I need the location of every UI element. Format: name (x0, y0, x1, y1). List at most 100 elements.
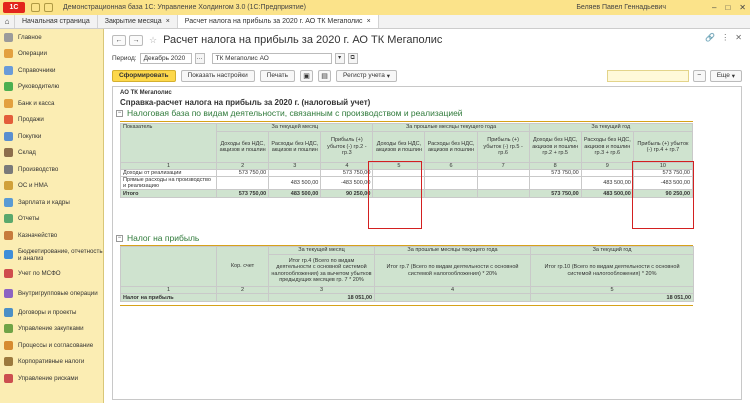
table-cell[interactable] (476, 189, 530, 198)
table-cell[interactable] (268, 169, 322, 177)
close-icon[interactable]: × (166, 18, 170, 25)
section-header-tax[interactable]: − Налог на прибыль (116, 233, 199, 243)
sidebar-item[interactable]: Процессы и согласование (0, 337, 103, 354)
table-cell[interactable]: 483 500,00 (580, 176, 634, 190)
menu-icon[interactable] (31, 3, 40, 12)
table-cell[interactable] (476, 176, 530, 190)
sidebar-item[interactable]: Операции (0, 46, 103, 63)
sidebar-item[interactable]: Зарплата и кадры (0, 194, 103, 211)
table-cell[interactable] (372, 176, 426, 190)
period-select-button[interactable]: … (194, 53, 205, 64)
close-icon[interactable]: ✕ (739, 3, 746, 12)
section-header-tax-base[interactable]: − Налоговая база по видам деятельности, с… (116, 108, 463, 118)
table-cell[interactable]: 573 750,00 (528, 189, 582, 198)
column-header: Расходы без НДС, акцизов и пошлин (424, 131, 478, 163)
window-controls[interactable]: – □ ✕ (712, 3, 746, 12)
save-icon[interactable]: ▣ (300, 69, 314, 82)
income-tax-table: Кор. счет За текущей месяц За прошлые ме… (120, 246, 694, 302)
table-cell[interactable]: 18 051,00 (530, 293, 694, 302)
total-row[interactable]: Налог на прибыль 18 051,00 18 051,00 (120, 293, 694, 302)
favorite-star-icon[interactable]: ☆ (149, 35, 157, 46)
forward-button[interactable]: → (129, 34, 143, 46)
sidebar-item[interactable]: Договоры и проекты (0, 304, 103, 321)
sidebar-item[interactable]: ОС и НМА (0, 178, 103, 195)
tab-tax-calc[interactable]: Расчет налога на прибыль за 2020 г. АО Т… (177, 15, 379, 28)
section-icon (4, 164, 13, 174)
close-icon[interactable]: × (367, 18, 371, 25)
table-cell[interactable]: 483 500,00 (268, 189, 322, 198)
sidebar-item[interactable]: Бюджетирование, отчетность и анализ (0, 244, 103, 266)
main-area: ← → ☆ Расчет налога на прибыль за 2020 г… (104, 29, 750, 403)
table-cell[interactable] (424, 189, 478, 198)
table-cell[interactable]: 18 051,00 (268, 293, 375, 302)
section-icon (4, 324, 13, 334)
table-cell[interactable]: 483 500,00 (268, 176, 322, 190)
table-row[interactable]: Прямые расходы на производство и реализа… (119, 176, 694, 190)
sidebar-item[interactable]: Покупки (0, 128, 103, 145)
table-cell[interactable] (580, 169, 634, 177)
back-button[interactable]: ← (112, 34, 126, 46)
sidebar-item[interactable]: Справочники (0, 62, 103, 79)
close-icon[interactable]: ✕ (735, 33, 742, 42)
home-tab-icon[interactable]: ⌂ (0, 15, 15, 28)
sidebar-item[interactable]: Руководителю (0, 79, 103, 96)
tab-home-page[interactable]: Начальная страница (15, 15, 98, 28)
maximize-icon[interactable]: □ (725, 3, 730, 12)
generate-button[interactable]: Сформировать (112, 69, 176, 82)
sidebar-item[interactable]: Управление закупками (0, 321, 103, 338)
link-icon[interactable]: 🔗 (705, 33, 715, 42)
sidebar-item[interactable]: Продажи (0, 112, 103, 129)
table-cell[interactable] (424, 169, 478, 177)
table-cell[interactable]: 90 250,00 (632, 189, 694, 198)
show-settings-button[interactable]: Показать настройки (180, 69, 255, 82)
table-cell[interactable] (476, 169, 530, 177)
sidebar-item[interactable]: Производство (0, 161, 103, 178)
titlebar-icons[interactable] (31, 3, 53, 12)
total-row[interactable]: Итого 573 750,00 483 500,00 90 250,00 57… (119, 189, 694, 198)
organization-dropdown-icon[interactable]: ▾ (334, 53, 345, 64)
print-button[interactable]: Печать (259, 69, 296, 82)
more-button[interactable]: Еще ▾ (709, 69, 742, 82)
table-cell[interactable]: 573 750,00 (320, 169, 374, 177)
tab-month-close[interactable]: Закрытие месяца × (98, 15, 178, 28)
table-cell[interactable] (216, 293, 269, 302)
table-cell[interactable] (372, 189, 426, 198)
sidebar-item[interactable]: Внутригрупповые операции (0, 282, 103, 304)
column-header: Прибыль (+) убыток (-) гр.5 - гр.6 (476, 131, 530, 163)
table-cell[interactable]: 90 250,00 (320, 189, 374, 198)
table-cell[interactable] (372, 169, 426, 177)
sidebar-item[interactable]: Учет по МСФО (0, 266, 103, 283)
sidebar-item[interactable]: Отчеты (0, 211, 103, 228)
table-cell[interactable]: -483 500,00 (320, 176, 374, 190)
minus-icon[interactable]: − (692, 69, 706, 82)
collapse-icon[interactable]: − (116, 110, 123, 118)
section-icon (4, 131, 13, 141)
organization-field[interactable]: ТК Мегаполис АО (211, 53, 332, 64)
sidebar-item[interactable]: Корпоративные налоги (0, 354, 103, 371)
table-cell[interactable] (528, 176, 582, 190)
history-icon[interactable] (44, 3, 53, 12)
table-cell[interactable] (216, 176, 270, 190)
sidebar-item[interactable]: Банк и касса (0, 95, 103, 112)
table-cell[interactable]: -483 500,00 (632, 176, 694, 190)
sidebar-item[interactable]: Управление рисками (0, 370, 103, 387)
organization-open-button[interactable]: ⧉ (347, 53, 358, 64)
table-cell[interactable]: 573 750,00 (216, 169, 270, 177)
sheet-icon[interactable]: ▤ (318, 69, 332, 82)
sidebar-item[interactable]: Склад (0, 145, 103, 162)
sidebar-item[interactable]: Казначейство (0, 227, 103, 244)
more-icon[interactable]: ⋮ (721, 33, 729, 42)
table-cell[interactable] (374, 293, 531, 302)
table-row[interactable]: Доходы от реализации 573 750,00 573 750,… (119, 169, 694, 177)
collapse-icon[interactable]: − (116, 235, 123, 243)
minimize-icon[interactable]: – (712, 3, 716, 12)
user-name[interactable]: Беляев Павел Геннадьевич (576, 4, 666, 11)
table-cell[interactable] (424, 176, 478, 190)
period-field[interactable]: Декабрь 2020 (139, 53, 192, 64)
table-cell[interactable]: 573 750,00 (528, 169, 582, 177)
table-cell[interactable]: 573 750,00 (632, 169, 694, 177)
table-cell[interactable]: 573 750,00 (216, 189, 270, 198)
registry-button[interactable]: Регистр учета ▾ (336, 69, 397, 82)
table-cell[interactable]: 483 500,00 (580, 189, 634, 198)
sidebar-item[interactable]: Главное (0, 29, 103, 46)
